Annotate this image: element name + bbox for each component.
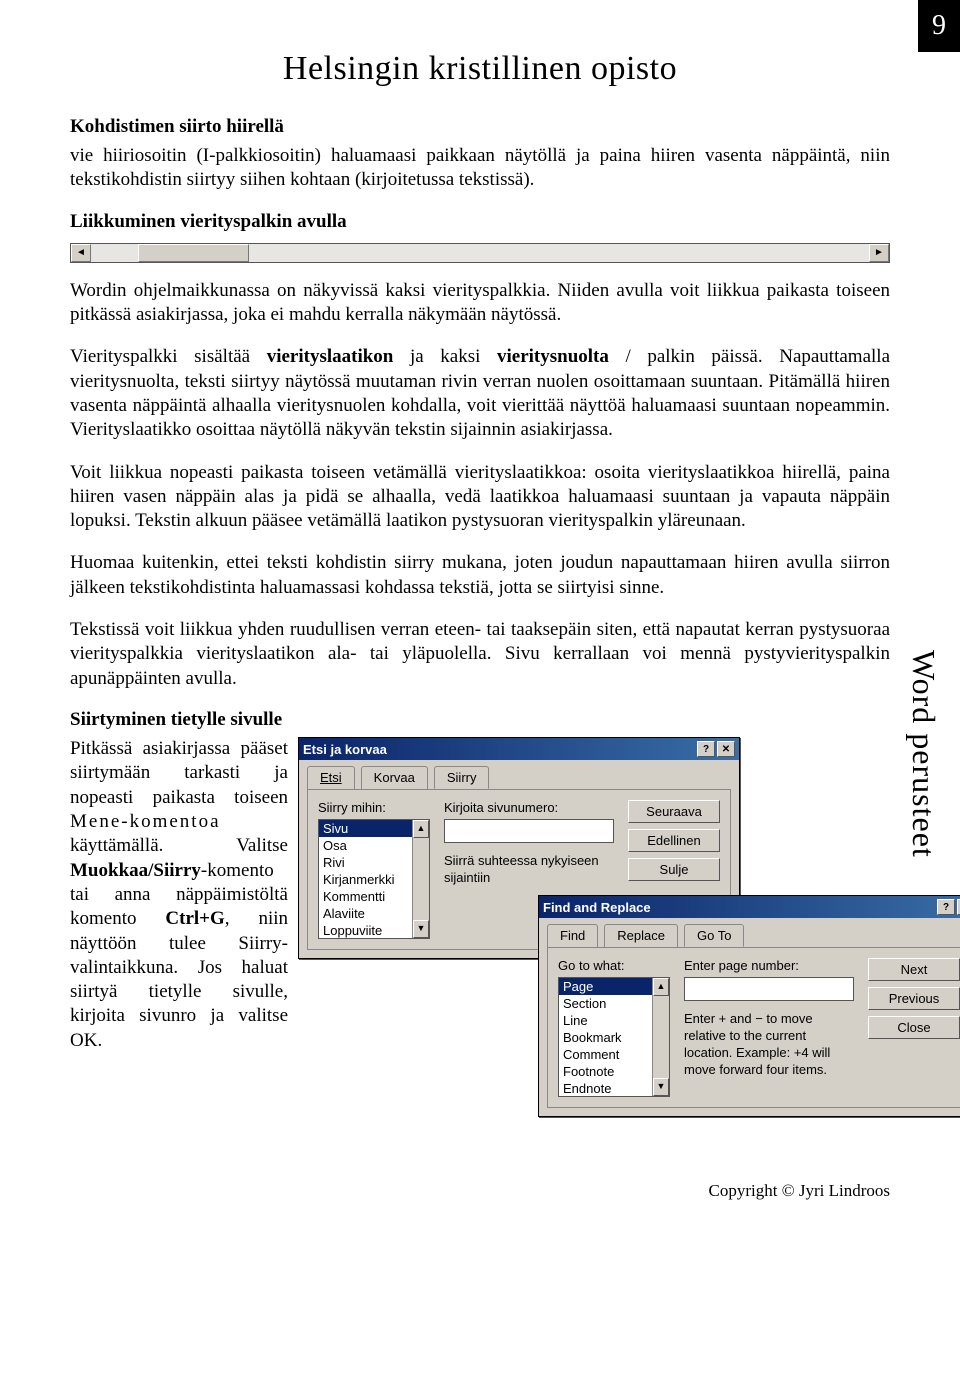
goto-list[interactable]: Sivu Osa Rivi Kirjanmerkki Kommentti Ala…	[318, 819, 430, 939]
help-icon[interactable]: ?	[697, 741, 715, 757]
para-4: Voit liikkua nopeasti paikasta toiseen v…	[70, 461, 890, 534]
horizontal-scrollbar[interactable]: ◄ ►	[70, 243, 890, 263]
titlebar[interactable]: Etsi ja korvaa ? ✕	[299, 738, 739, 760]
scroll-left-icon[interactable]: ◄	[71, 244, 91, 262]
tab-replace[interactable]: Replace	[604, 924, 678, 947]
label-enter-page: Enter page number:	[684, 958, 854, 973]
dialog-find-replace: Find and Replace ? ✕ Find Replace Go To …	[538, 895, 960, 1117]
para-1: vie hiiriosoitin (I-palkkiosoitin) halua…	[70, 144, 890, 193]
page-number-input[interactable]	[684, 977, 854, 1001]
page-number-input[interactable]	[444, 819, 614, 843]
goto-text: Pitkässä asiakirjassa pääset siirtymään …	[70, 737, 288, 1053]
tab-korvaa[interactable]: Korvaa	[361, 766, 428, 789]
tab-panel: Go to what: Page Section Line Bookmark C…	[547, 947, 960, 1108]
para-5: Huomaa kuitenkin, ettei teksti kohdistin…	[70, 551, 890, 600]
dialog-title: Find and Replace	[543, 900, 651, 915]
list-scrollbar[interactable]: ▲▼	[412, 820, 429, 938]
tabs: Find Replace Go To	[539, 918, 960, 947]
tab-goto[interactable]: Go To	[684, 924, 744, 947]
text: Vierityspalkki sisältää	[70, 346, 267, 367]
dialog-title: Etsi ja korvaa	[303, 742, 387, 757]
header: Helsingin kristillinen opisto	[70, 50, 890, 88]
tab-etsi[interactable]: Etsi	[307, 766, 355, 789]
term-scrollarrows: vieritysnuolta	[497, 346, 609, 367]
heading-scrollbar: Liikkuminen vierityspalkin avulla	[70, 211, 890, 233]
side-text: Word perusteet	[905, 650, 942, 858]
term-mene: Mene-komentoa	[70, 811, 221, 832]
tab-siirry[interactable]: Siirry	[434, 766, 490, 789]
text: ja kaksi	[393, 346, 497, 367]
label-siirry-mihin: Siirry mihin:	[318, 800, 430, 815]
term-ctrl-g: Ctrl+G	[165, 908, 224, 929]
titlebar[interactable]: Find and Replace ? ✕	[539, 896, 960, 918]
hint-text: Siirrä suhteessa nykyiseen sijaintiin	[444, 853, 614, 887]
scroll-thumb[interactable]	[138, 244, 249, 262]
para-6: Tekstissä voit liikkua yhden ruudullisen…	[70, 618, 890, 691]
hint-text: Enter + and − to move relative to the cu…	[684, 1011, 854, 1079]
para-2: Wordin ohjelmaikkunassa on näkyvissä kak…	[70, 279, 890, 328]
close-button[interactable]: Close	[868, 1016, 960, 1039]
label-goto-what: Go to what:	[558, 958, 670, 973]
goto-section: Pitkässä asiakirjassa pääset siirtymään …	[70, 737, 890, 1157]
tabs: Etsi Korvaa Siirry	[299, 760, 739, 789]
list-scrollbar[interactable]: ▲▼	[652, 978, 669, 1096]
text: Pitkässä asiakirjassa pääset siirtymään …	[70, 738, 288, 808]
para-3: Vierityspalkki sisältää vierityslaatikon…	[70, 345, 890, 442]
text: käyttämällä. Valitse	[70, 835, 288, 856]
scroll-track[interactable]	[91, 244, 869, 262]
close-icon[interactable]: ✕	[717, 741, 735, 757]
page: 9 Helsingin kristillinen opisto Kohdisti…	[0, 0, 960, 1231]
next-button[interactable]: Seuraava	[628, 800, 720, 823]
page-number: 9	[918, 0, 960, 52]
previous-button[interactable]: Edellinen	[628, 829, 720, 852]
heading-goto-page: Siirtyminen tietylle sivulle	[70, 709, 890, 731]
help-icon[interactable]: ?	[937, 899, 955, 915]
next-button[interactable]: Next	[868, 958, 960, 981]
scroll-right-icon[interactable]: ►	[869, 244, 889, 262]
page-title: Helsingin kristillinen opisto	[283, 50, 677, 88]
goto-list[interactable]: Page Section Line Bookmark Comment Footn…	[558, 977, 670, 1097]
dialog-area: Etsi ja korvaa ? ✕ Etsi Korvaa Siirry Si…	[298, 737, 890, 1157]
heading-cursor-move: Kohdistimen siirto hiirellä	[70, 116, 890, 138]
term-scrollbox: vierityslaatikon	[267, 346, 394, 367]
previous-button[interactable]: Previous	[868, 987, 960, 1010]
term-muokkaa-siirry: Muokkaa/Siirry	[70, 860, 201, 881]
text: , niin näyttöön tulee Siirry-valintaikku…	[70, 908, 288, 1051]
close-button[interactable]: Sulje	[628, 858, 720, 881]
tab-find[interactable]: Find	[547, 924, 598, 947]
label-page-number: Kirjoita sivunumero:	[444, 800, 614, 815]
copyright: Copyright © Jyri Lindroos	[70, 1181, 890, 1201]
